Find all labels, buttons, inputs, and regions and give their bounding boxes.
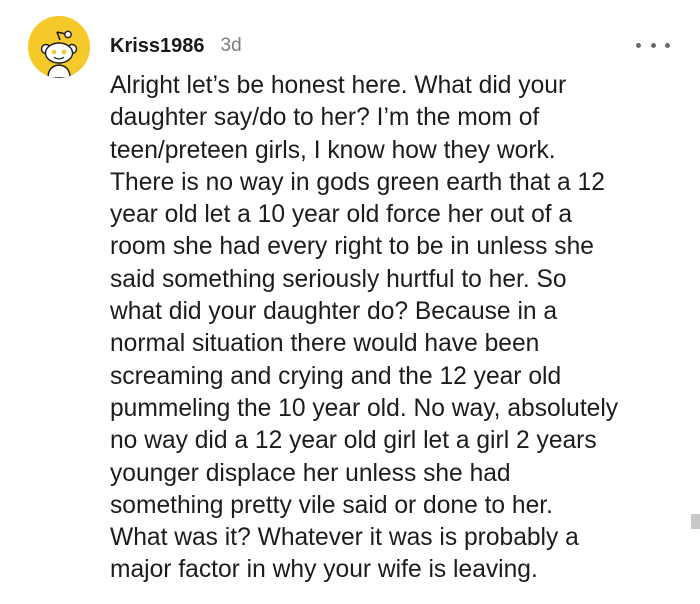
comment-body: Alright let’s be honest here. What did y…: [110, 72, 619, 584]
reddit-snoo-avatar-icon: [28, 16, 90, 78]
comment-timestamp: 3d: [220, 35, 242, 56]
username-link[interactable]: Kriss1986: [110, 35, 205, 58]
scrollbar-thumb[interactable]: [691, 514, 700, 529]
avatar[interactable]: [28, 16, 90, 78]
more-horizontal-icon[interactable]: [636, 36, 670, 54]
more-dot: [636, 42, 641, 48]
more-dot: [665, 42, 670, 48]
more-dot: [650, 42, 656, 48]
comment: Kriss1986 3d Alright let’s be honest her…: [0, 0, 700, 604]
comment-header: Kriss1986 3d: [110, 30, 242, 62]
